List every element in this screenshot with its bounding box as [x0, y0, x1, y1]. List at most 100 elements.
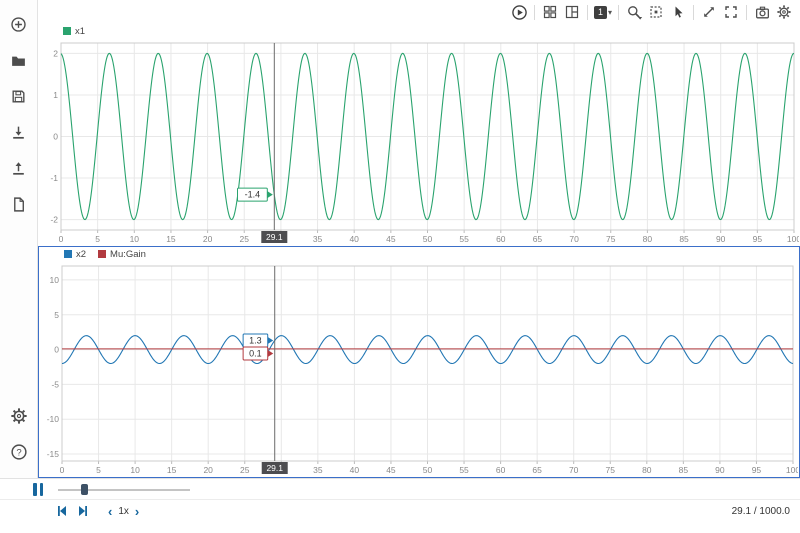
diagonal-arrows-icon	[701, 4, 717, 20]
svg-text:-1: -1	[50, 173, 58, 183]
playback-row-main	[0, 479, 800, 500]
legend-swatch	[64, 250, 72, 258]
zoom-icon	[626, 4, 643, 21]
save-button[interactable]	[5, 82, 33, 110]
svg-text:90: 90	[715, 465, 725, 475]
svg-text:5: 5	[54, 310, 59, 320]
svg-text:45: 45	[386, 234, 396, 244]
slider-track	[58, 488, 190, 491]
zoom-menu-button[interactable]	[624, 2, 644, 22]
legend-item[interactable]: x2	[64, 249, 86, 260]
preferences-button[interactable]	[5, 402, 33, 430]
svg-text:10: 10	[130, 234, 140, 244]
layout-split-button[interactable]	[562, 2, 582, 22]
legend-item[interactable]: x1	[63, 26, 85, 37]
folder-icon	[10, 52, 27, 69]
snapshot-button[interactable]	[752, 2, 772, 22]
expand-plot-button[interactable]	[699, 2, 719, 22]
svg-text:85: 85	[679, 234, 689, 244]
playback-bar: ‹ 1x › 29.1 / 1000.0	[0, 478, 800, 533]
svg-text:2: 2	[53, 48, 58, 58]
pointer-tool-button[interactable]	[668, 2, 688, 22]
svg-text:0: 0	[53, 132, 58, 142]
document-icon	[10, 196, 27, 213]
svg-text:70: 70	[569, 234, 579, 244]
step-back-button[interactable]	[56, 505, 69, 517]
playback-slider[interactable]	[58, 482, 190, 497]
plot-block-x2-mugain: x2Mu:Gain 051015202530354045505560657075…	[38, 246, 800, 478]
svg-text:95: 95	[752, 465, 762, 475]
svg-text:55: 55	[459, 465, 469, 475]
svg-text:-15: -15	[47, 449, 60, 459]
svg-text:29.1: 29.1	[266, 463, 283, 473]
play-circle-icon	[511, 4, 528, 21]
svg-text:40: 40	[349, 234, 359, 244]
svg-text:35: 35	[313, 465, 323, 475]
svg-text:45: 45	[386, 465, 396, 475]
svg-text:5: 5	[96, 465, 101, 475]
plot-canvas-x2-mugain[interactable]: 0510152025303540455055606570758085909510…	[40, 261, 798, 476]
plot-toolbar: 1 ▾	[38, 0, 800, 24]
step-forward-button[interactable]	[76, 505, 89, 517]
svg-text:1: 1	[53, 90, 58, 100]
chevron-down-icon: ▾	[607, 7, 612, 17]
app-window: ? 1 ▾ x1 0 5 10 15 20 25 35 40 45 50 55 …	[0, 0, 800, 478]
import-button[interactable]	[5, 118, 33, 146]
export-icon	[10, 160, 27, 177]
plot-settings-button[interactable]	[774, 2, 794, 22]
svg-text:100: 100	[786, 465, 798, 475]
layout-grid-icon	[542, 4, 558, 20]
svg-text:-10: -10	[47, 414, 60, 424]
pause-icon	[33, 482, 37, 496]
import-icon	[10, 124, 27, 141]
svg-text:25: 25	[240, 465, 250, 475]
fit-to-view-button[interactable]	[646, 2, 666, 22]
svg-text:70: 70	[569, 465, 579, 475]
svg-text:50: 50	[423, 465, 433, 475]
svg-text:?: ?	[16, 448, 21, 459]
fullscreen-button[interactable]	[721, 2, 741, 22]
plot-block-x1: x1 0510152025303540455055606570758085909…	[38, 24, 800, 246]
step-back-icon	[56, 505, 69, 517]
svg-text:1.3: 1.3	[249, 336, 262, 346]
cursor-count-badge: 1	[593, 5, 607, 19]
gear-icon	[10, 407, 28, 425]
toolbar-separator	[534, 4, 535, 20]
pause-button[interactable]	[33, 482, 43, 496]
svg-text:90: 90	[716, 234, 726, 244]
plot-canvas-x1[interactable]: 0510152025303540455055606570758085909510…	[39, 38, 799, 245]
svg-text:15: 15	[167, 465, 177, 475]
speed-down-button[interactable]: ‹	[108, 505, 112, 518]
export-button[interactable]	[5, 154, 33, 182]
help-button[interactable]: ?	[5, 438, 33, 466]
pause-icon	[39, 482, 43, 496]
slider-handle[interactable]	[80, 483, 88, 495]
svg-text:29.1: 29.1	[266, 232, 283, 242]
open-button[interactable]	[5, 46, 33, 74]
data-cursors-button[interactable]: 1 ▾	[593, 2, 613, 22]
legend-bottom: x2 Mu:Gain	[39, 247, 799, 261]
add-view-button[interactable]	[5, 10, 33, 38]
svg-text:65: 65	[533, 234, 543, 244]
speed-up-button[interactable]: ›	[135, 505, 139, 518]
playback-row-step: ‹ 1x › 29.1 / 1000.0	[0, 500, 800, 522]
legend-swatch	[98, 250, 107, 258]
layout-split-icon	[564, 4, 580, 20]
legend-top: x1	[38, 24, 800, 38]
left-sidebar: ?	[0, 0, 38, 478]
svg-text:10: 10	[130, 465, 140, 475]
help-icon: ?	[10, 443, 28, 461]
legend-label: x1	[75, 25, 86, 37]
layout-grid-button[interactable]	[540, 2, 560, 22]
run-button[interactable]	[509, 2, 529, 22]
speed-label: 1x	[118, 505, 129, 517]
svg-text:10: 10	[50, 275, 60, 285]
svg-text:65: 65	[532, 465, 542, 475]
gear-icon	[776, 4, 792, 20]
svg-text:55: 55	[459, 234, 469, 244]
toolbar-separator	[618, 4, 619, 20]
svg-text:0: 0	[59, 234, 64, 244]
legend-item[interactable]: Mu:Gain	[98, 249, 146, 260]
new-document-button[interactable]	[5, 190, 33, 218]
speed-control: ‹ 1x ›	[108, 505, 139, 518]
